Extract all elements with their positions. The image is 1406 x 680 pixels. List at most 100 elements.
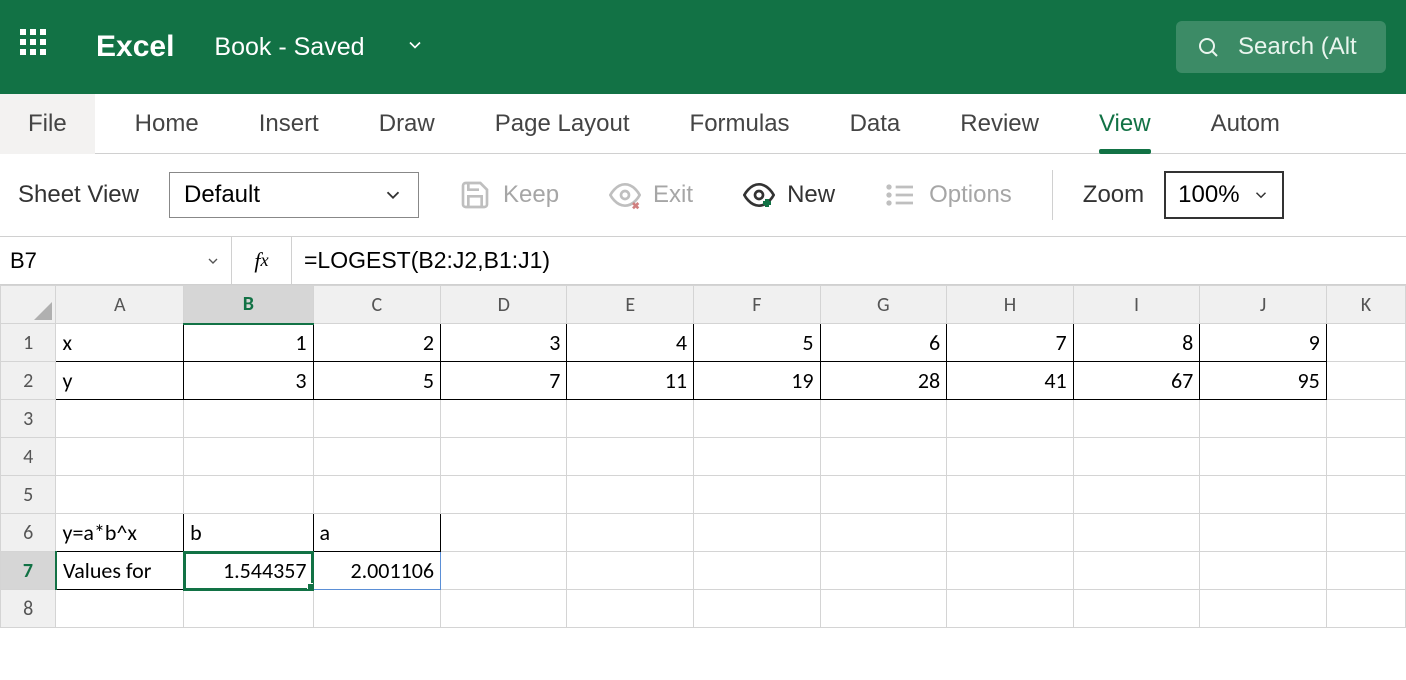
cell-J3[interactable] [1200,400,1327,438]
tab-file[interactable]: File [0,94,95,154]
cell-G7[interactable] [820,552,947,590]
cell-C2[interactable]: 5 [313,362,441,400]
tab-home[interactable]: Home [105,94,229,154]
cell-K4[interactable] [1326,438,1405,476]
cell-E8[interactable] [567,590,694,628]
cell-H1[interactable]: 7 [947,324,1074,362]
cell-F2[interactable]: 19 [694,362,821,400]
tab-insert[interactable]: Insert [229,94,349,154]
cell-D4[interactable] [441,438,567,476]
cell-I1[interactable]: 8 [1073,324,1200,362]
cell-F3[interactable] [694,400,821,438]
cell-G2[interactable]: 28 [820,362,947,400]
cell-E4[interactable] [567,438,694,476]
cell-E5[interactable] [567,476,694,514]
chevron-down-icon[interactable] [405,33,425,62]
new-button[interactable]: New [733,173,845,217]
cell-E6[interactable] [567,514,694,552]
cell-K7[interactable] [1326,552,1405,590]
cell-E1[interactable]: 4 [567,324,694,362]
cell-A7[interactable]: Values for [56,552,184,590]
tab-data[interactable]: Data [820,94,931,154]
cell-K2[interactable] [1326,362,1405,400]
cell-H5[interactable] [947,476,1074,514]
cell-D7[interactable] [441,552,567,590]
cell-D5[interactable] [441,476,567,514]
col-header-H[interactable]: H [947,286,1074,324]
cell-C8[interactable] [313,590,441,628]
cell-A8[interactable] [56,590,184,628]
cell-I2[interactable]: 67 [1073,362,1200,400]
cell-I3[interactable] [1073,400,1200,438]
cell-B1[interactable]: 1 [184,324,313,362]
col-header-E[interactable]: E [567,286,694,324]
cell-E2[interactable]: 11 [567,362,694,400]
formula-input[interactable]: =LOGEST(B2:J2,B1:J1) [292,237,1406,284]
cell-A4[interactable] [56,438,184,476]
cell-A3[interactable] [56,400,184,438]
cell-F6[interactable] [694,514,821,552]
cell-I5[interactable] [1073,476,1200,514]
tab-automate[interactable]: Autom [1181,94,1310,154]
tab-draw[interactable]: Draw [349,94,465,154]
cell-D2[interactable]: 7 [441,362,567,400]
row-header-2[interactable]: 2 [1,362,56,400]
cell-J8[interactable] [1200,590,1327,628]
cell-E3[interactable] [567,400,694,438]
cell-E7[interactable] [567,552,694,590]
cell-J6[interactable] [1200,514,1327,552]
cell-C1[interactable]: 2 [313,324,441,362]
cell-I6[interactable] [1073,514,1200,552]
col-header-J[interactable]: J [1200,286,1327,324]
col-header-A[interactable]: A [56,286,184,324]
cell-K6[interactable] [1326,514,1405,552]
cell-K1[interactable] [1326,324,1405,362]
cell-H4[interactable] [947,438,1074,476]
zoom-select[interactable]: 100% [1164,171,1283,219]
sheet-view-select[interactable]: Default [169,172,419,218]
row-header-4[interactable]: 4 [1,438,56,476]
cell-G5[interactable] [820,476,947,514]
tab-view[interactable]: View [1069,94,1181,154]
cell-D8[interactable] [441,590,567,628]
cell-H6[interactable] [947,514,1074,552]
cell-G6[interactable] [820,514,947,552]
col-header-I[interactable]: I [1073,286,1200,324]
cell-J4[interactable] [1200,438,1327,476]
spreadsheet-grid[interactable]: A B C D E F G H I J K 1 x 1 2 3 4 5 6 7 … [0,285,1406,628]
col-header-G[interactable]: G [820,286,947,324]
cell-B5[interactable] [184,476,313,514]
cell-J1[interactable]: 9 [1200,324,1327,362]
cell-H3[interactable] [947,400,1074,438]
cell-A2[interactable]: y [56,362,184,400]
cell-C5[interactable] [313,476,441,514]
cell-J7[interactable] [1200,552,1327,590]
cell-G8[interactable] [820,590,947,628]
app-launcher-icon[interactable] [20,29,56,65]
cell-G1[interactable]: 6 [820,324,947,362]
row-header-6[interactable]: 6 [1,514,56,552]
cell-K3[interactable] [1326,400,1405,438]
cell-C6[interactable]: a [313,514,441,552]
cell-J2[interactable]: 95 [1200,362,1327,400]
cell-B7[interactable]: 1.544357 [184,552,313,590]
tab-page-layout[interactable]: Page Layout [465,94,660,154]
cell-B8[interactable] [184,590,313,628]
cell-B3[interactable] [184,400,313,438]
cell-F8[interactable] [694,590,821,628]
tab-formulas[interactable]: Formulas [660,94,820,154]
document-title[interactable]: Book - Saved [214,33,424,62]
col-header-C[interactable]: C [313,286,441,324]
cell-B6[interactable]: b [184,514,313,552]
col-header-K[interactable]: K [1326,286,1405,324]
cell-C7[interactable]: 2.001106 [313,552,441,590]
cell-K5[interactable] [1326,476,1405,514]
cell-H7[interactable] [947,552,1074,590]
row-header-8[interactable]: 8 [1,590,56,628]
cell-A6[interactable]: y=a*b^x [56,514,184,552]
tab-review[interactable]: Review [930,94,1069,154]
cell-F5[interactable] [694,476,821,514]
row-header-3[interactable]: 3 [1,400,56,438]
cell-F1[interactable]: 5 [694,324,821,362]
cell-C4[interactable] [313,438,441,476]
